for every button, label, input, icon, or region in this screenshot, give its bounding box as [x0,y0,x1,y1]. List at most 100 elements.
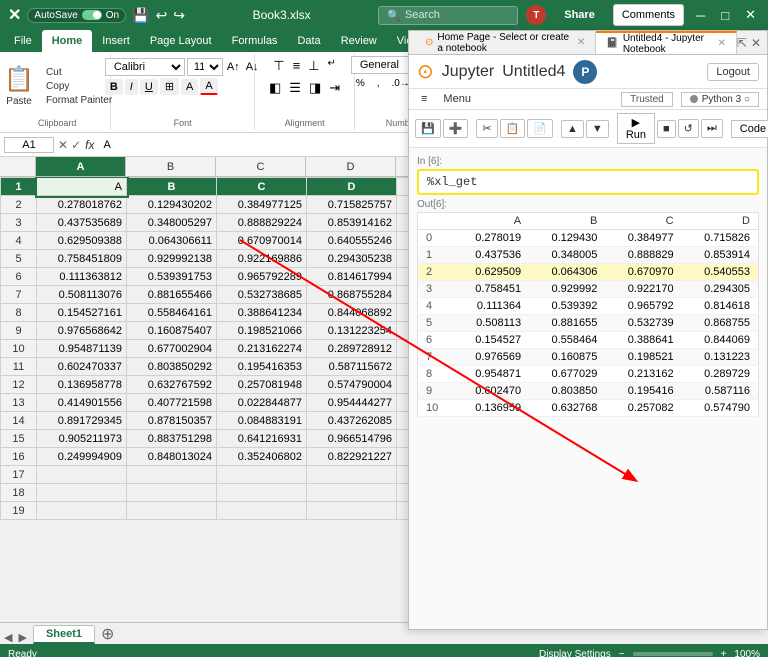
data-cell[interactable]: 0.966514796 [307,430,397,448]
minimize-btn[interactable]: ─ [692,8,709,23]
row-header[interactable]: 12 [1,376,37,394]
jupyter-tab-home[interactable]: ⊙ Home Page - Select or create a noteboo… [415,31,596,54]
data-cell[interactable]: 0.129430202 [127,196,217,214]
move-up-btn[interactable]: ▲ [561,120,584,138]
notebook-content[interactable]: In [6]: %xl_get Out[6]: A B C D 00.27801… [409,148,767,629]
data-cell[interactable]: 0.195416353 [217,358,307,376]
fill-color-button[interactable]: A [181,79,198,95]
paste-cell-btn[interactable]: 📄 [527,119,553,138]
comma-btn[interactable]: , [372,76,385,91]
jupyter-tab-notebook-close[interactable]: ✕ [717,38,725,49]
font-name-select[interactable]: Calibri [105,58,185,76]
data-cell[interactable]: 0.929992138 [127,250,217,268]
data-cell[interactable]: 0.111363812 [37,268,127,286]
data-cell[interactable]: 0.803850292 [127,358,217,376]
row-header[interactable]: 4 [1,232,37,250]
align-left-btn[interactable]: ◧ [266,78,284,98]
logout-button[interactable]: Logout [707,63,759,81]
data-cell[interactable]: 0.198521066 [217,322,307,340]
autosave-on-toggle[interactable] [82,10,102,20]
row-header[interactable]: 6 [1,268,37,286]
row-header[interactable]: 1 [1,178,37,196]
data-cell[interactable] [217,502,307,520]
data-cell[interactable] [307,466,397,484]
data-cell[interactable]: 0.814617994 [307,268,397,286]
data-cell[interactable]: 0.602470337 [37,358,127,376]
data-cell[interactable]: 0.294305238 [307,250,397,268]
jupyter-tab-untitled4[interactable]: 📓 Untitled4 - Jupyter Notebook ✕ [596,31,737,54]
data-cell[interactable]: 0.154527161 [37,304,127,322]
copy-cell-btn[interactable]: 📋 [500,119,526,138]
data-cell[interactable]: 0.640555246 [307,232,397,250]
sheet-tab-1[interactable]: Sheet1 [33,625,95,644]
grow-font-icon[interactable]: A↑ [225,61,242,73]
data-cell[interactable]: 0.437262085 [307,412,397,430]
row-header[interactable]: 17 [1,466,37,484]
tab-data[interactable]: Data [287,30,330,52]
col-header-d[interactable]: D [306,157,396,176]
data-cell[interactable]: 0.965792289 [217,268,307,286]
autosave-toggle[interactable]: AutoSave On [27,8,126,23]
restart-btn[interactable]: ↺ [678,119,699,138]
tab-insert[interactable]: Insert [92,30,140,52]
data-cell[interactable]: 0.641216931 [217,430,307,448]
restart-run-btn[interactable]: ⏭ [701,119,723,138]
data-cell[interactable] [307,502,397,520]
data-cell[interactable]: 0.632767592 [127,376,217,394]
data-cell[interactable]: 0.868755284 [307,286,397,304]
row-header[interactable]: 18 [1,484,37,502]
row-header[interactable]: 8 [1,304,37,322]
row-header[interactable]: 7 [1,286,37,304]
data-cell[interactable] [127,502,217,520]
undo-btn[interactable]: ↩ [156,7,168,24]
data-cell[interactable]: 0.084883191 [217,412,307,430]
cell-type-select[interactable]: Code [731,120,768,138]
row-header[interactable]: 3 [1,214,37,232]
font-size-select[interactable]: 11 [187,58,223,76]
notebook-name[interactable]: Untitled4 [502,63,565,81]
data-cell[interactable]: 0.064306611 [127,232,217,250]
close-btn[interactable]: ✕ [741,7,760,23]
add-cell-btn[interactable]: ➕ [443,119,469,138]
data-cell[interactable]: 0.388641234 [217,304,307,322]
row-header[interactable]: 15 [1,430,37,448]
run-btn[interactable]: ▶ Run [617,113,655,144]
paste-button[interactable]: 📋 Paste [0,56,40,116]
data-cell[interactable] [37,484,127,502]
data-cell[interactable]: 0.677002904 [127,340,217,358]
tab-page-layout[interactable]: Page Layout [140,30,222,52]
data-cell[interactable]: 0.853914162 [307,214,397,232]
border-button[interactable]: ⊞ [160,78,179,95]
data-cell[interactable]: 0.508113076 [37,286,127,304]
restore-btn[interactable]: □ [717,8,733,23]
data-cell[interactable]: 0.844068892 [307,304,397,322]
zoom-out-btn[interactable]: − [619,649,625,657]
data-cell[interactable]: D [307,178,397,196]
data-cell[interactable]: 0.289728912 [307,340,397,358]
align-middle-btn[interactable]: ≡ [290,56,304,76]
data-cell[interactable]: 0.257081948 [217,376,307,394]
scroll-left-icon[interactable]: ◀ [4,631,12,644]
times-icon[interactable]: ✕ [58,138,68,152]
row-header[interactable]: 5 [1,250,37,268]
data-cell[interactable]: 0.213162274 [217,340,307,358]
check-icon[interactable]: ✓ [71,138,81,152]
data-cell[interactable]: 0.848013024 [127,448,217,466]
align-center-btn[interactable]: ☰ [286,78,304,98]
data-cell[interactable]: 0.352406802 [217,448,307,466]
indent-btn[interactable]: ⇥ [326,78,343,98]
stop-btn[interactable]: ■ [657,120,676,138]
data-cell[interactable]: C [217,178,307,196]
data-cell[interactable]: 0.348005297 [127,214,217,232]
wrap-text-btn[interactable]: ↵ [325,56,339,76]
data-cell[interactable]: 0.407721598 [127,394,217,412]
data-cell[interactable]: 0.437535689 [37,214,127,232]
data-cell[interactable]: 0.278018762 [37,196,127,214]
data-cell[interactable]: 0.905211973 [37,430,127,448]
jupyter-menu-icon[interactable]: ≡ [417,91,431,107]
tab-review[interactable]: Review [331,30,387,52]
save-icon[interactable]: 💾 [132,7,149,24]
bold-button[interactable]: B [105,79,123,95]
row-header[interactable]: 13 [1,394,37,412]
share-button[interactable]: Share [554,5,605,25]
